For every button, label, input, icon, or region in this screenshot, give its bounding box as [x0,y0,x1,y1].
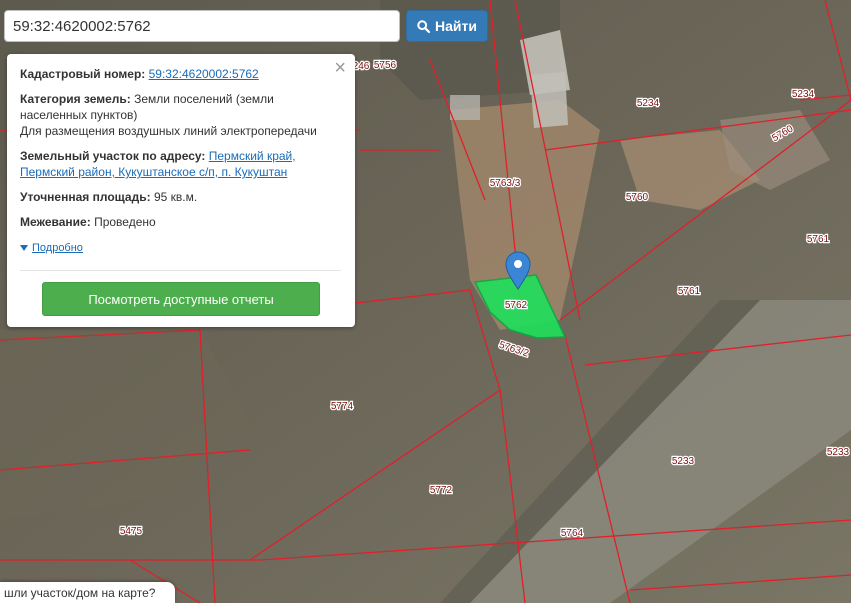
details-link[interactable]: Подробно [32,240,83,256]
address-label: Земельный участок по адресу: [20,149,206,163]
search-button[interactable]: Найти [406,10,488,42]
view-reports-button[interactable]: Посмотреть доступные отчеты [42,282,320,316]
parcel-number-label: 5233 [827,447,850,458]
area-label: Уточненная площадь: [20,190,151,204]
parcel-number-label: 5234 [637,98,660,109]
parcel-number-label: 5774 [331,401,354,412]
caret-down-icon [20,245,28,251]
survey-value: Проведено [94,215,156,229]
parcel-number-label: 5234 [792,89,815,100]
land-category-row: Категория земель: Земли поселений (земли… [20,91,341,139]
cadastral-number-row: Кадастровый номер: 59:32:4620002:5762 [20,66,341,82]
parcel-number-label: 5233 [672,456,695,467]
parcel-number-label: 5764 [561,528,584,539]
search-icon [417,19,431,33]
area-row: Уточненная площадь: 95 кв.м. [20,189,341,205]
parcel-number-label: 246 [353,61,370,72]
close-icon[interactable]: × [334,58,346,78]
land-category-label: Категория земель: [20,92,131,106]
land-purpose-value: Для размещения воздушных линий электропе… [20,124,317,138]
search-button-label: Найти [435,18,477,34]
feedback-tab[interactable]: шли участок/дом на карте? [0,582,175,603]
parcel-number-label: 5762 [505,300,528,311]
parcel-number-label: 5756 [374,60,397,71]
cadastral-number-link[interactable]: 59:32:4620002:5762 [149,67,259,81]
parcel-number-label: 5475 [120,526,143,537]
parcel-number-label: 5761 [678,286,701,297]
parcel-number-label: 5760 [626,192,649,203]
cadastral-number-label: Кадастровый номер: [20,67,146,81]
details-toggle[interactable]: Подробно [20,240,83,256]
parcel-info-panel: × Кадастровый номер: 59:32:4620002:5762 … [7,54,355,327]
survey-label: Межевание: [20,215,91,229]
parcel-number-label: 5763/3 [490,178,521,189]
address-row: Земельный участок по адресу: Пермский кр… [20,148,341,180]
parcel-number-label: 5772 [430,485,453,496]
feedback-tab-label: шли участок/дом на карте? [4,586,156,600]
survey-row: Межевание: Проведено [20,214,341,230]
divider [20,270,341,271]
area-value: 95 кв.м. [153,190,198,204]
parcel-number-label: 5761 [807,234,830,245]
search-input[interactable] [4,10,400,42]
